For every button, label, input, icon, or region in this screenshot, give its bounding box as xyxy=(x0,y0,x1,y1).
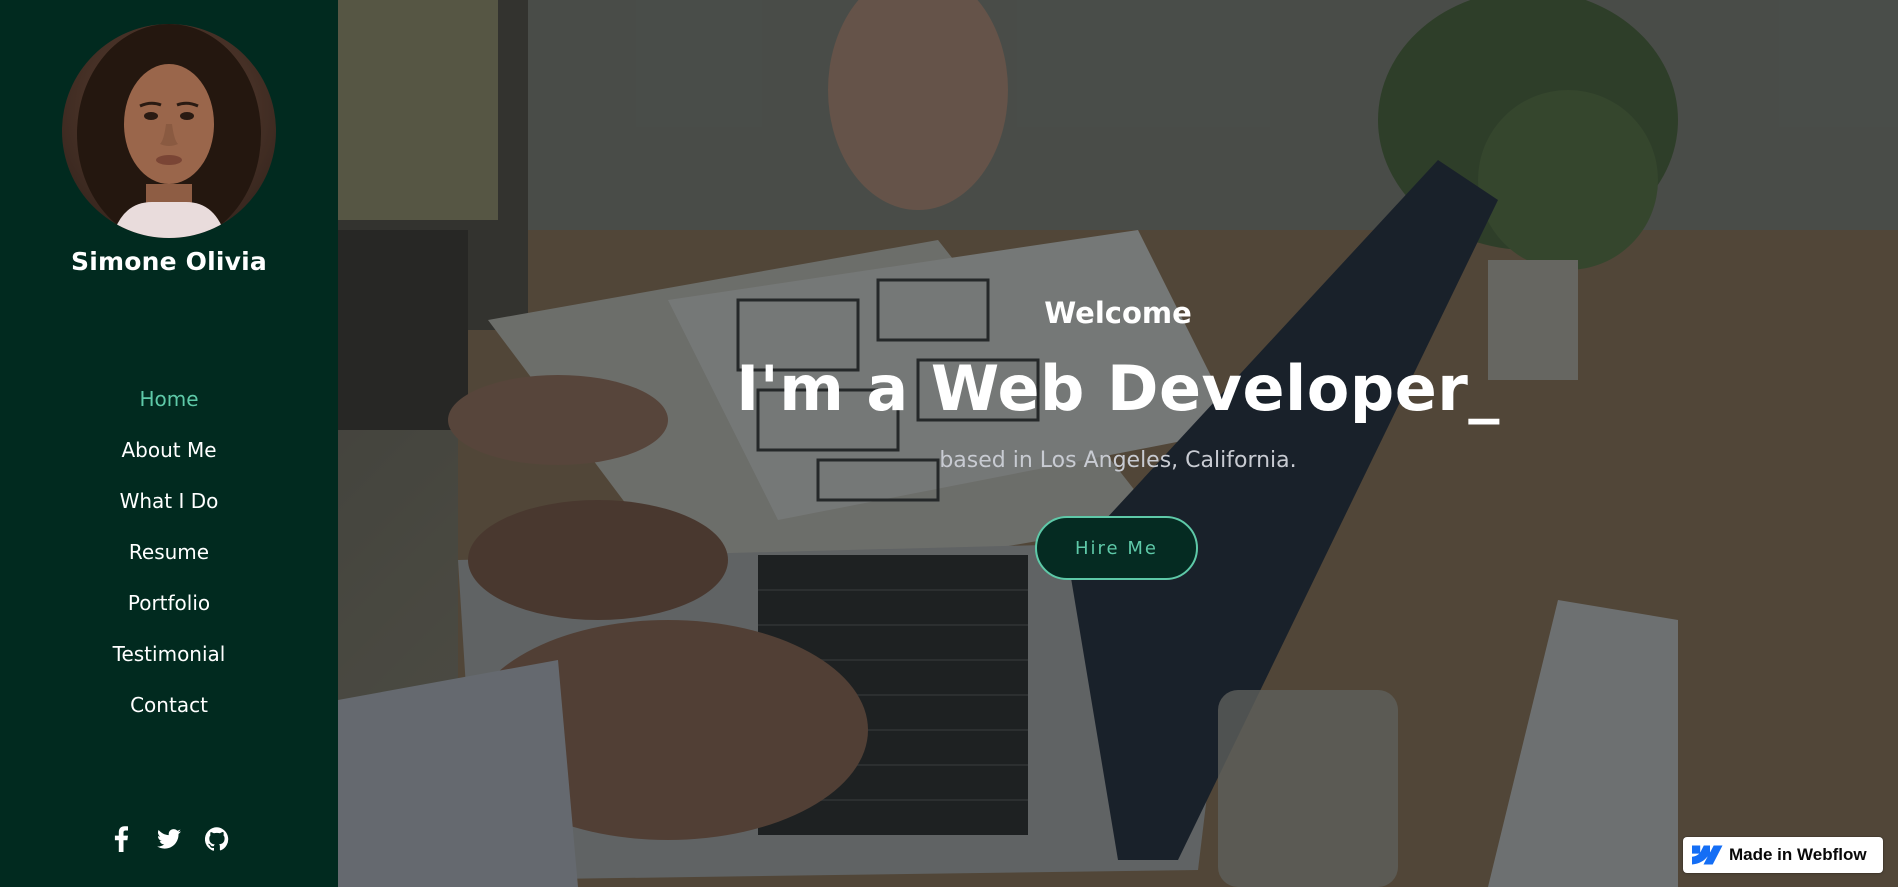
hero-headline: I'm a Web Developer_ xyxy=(736,352,1500,425)
facebook-icon[interactable] xyxy=(108,826,134,852)
nav-item-contact[interactable]: Contact xyxy=(0,688,338,739)
nav-item-what-i-do[interactable]: What I Do xyxy=(0,484,338,535)
twitter-icon[interactable] xyxy=(156,826,182,852)
sidebar: Simone Olivia Home About Me What I Do Re… xyxy=(0,0,338,887)
made-in-webflow-badge[interactable]: Made in Webflow xyxy=(1683,837,1883,873)
avatar xyxy=(62,24,276,238)
social-links xyxy=(0,826,338,852)
nav-item-resume[interactable]: Resume xyxy=(0,535,338,586)
hero-overlay xyxy=(338,0,1898,887)
sidebar-nav: Home About Me What I Do Resume Portfolio… xyxy=(0,382,338,739)
made-in-webflow-label: Made in Webflow xyxy=(1729,845,1867,864)
hero-welcome: Welcome xyxy=(1044,296,1192,330)
webflow-logo-icon xyxy=(1691,845,1723,865)
hero-subline: based in Los Angeles, California. xyxy=(939,448,1297,473)
github-icon[interactable] xyxy=(204,826,230,852)
nav-item-about-me[interactable]: About Me xyxy=(0,433,338,484)
profile-name: Simone Olivia xyxy=(71,247,267,276)
nav-item-testimonial[interactable]: Testimonial xyxy=(0,637,338,688)
hire-me-button[interactable]: Hire Me xyxy=(1035,516,1198,580)
nav-item-portfolio[interactable]: Portfolio xyxy=(0,586,338,637)
hero-section: Welcome I'm a Web Developer_ based in Lo… xyxy=(338,0,1898,887)
nav-item-home[interactable]: Home xyxy=(0,382,338,433)
page: Simone Olivia Home About Me What I Do Re… xyxy=(0,0,1898,887)
